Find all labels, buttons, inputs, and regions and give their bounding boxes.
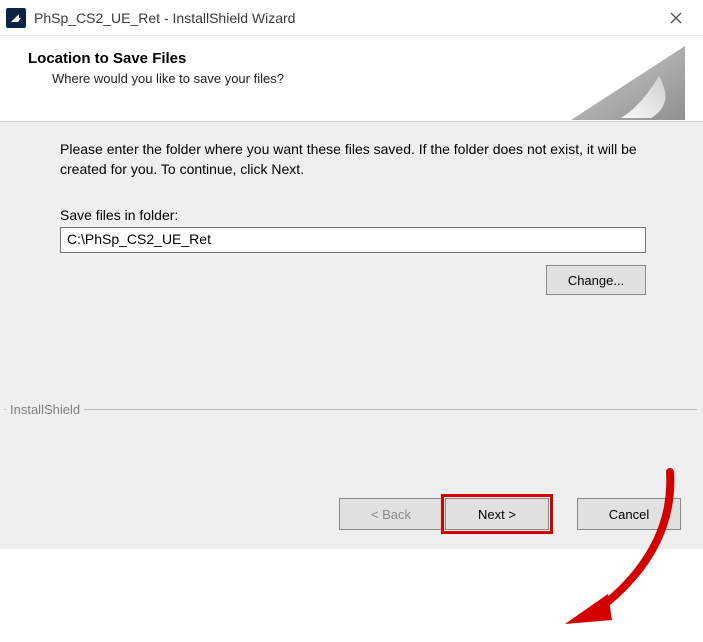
installshield-brand: InstallShield bbox=[6, 402, 84, 417]
nav-button-pair: < Back Next > bbox=[339, 498, 549, 530]
header-title: Location to Save Files bbox=[28, 50, 571, 67]
window-title: PhSp_CS2_UE_Ret - InstallShield Wizard bbox=[34, 10, 645, 26]
content-panel: Please enter the folder where you want t… bbox=[0, 122, 703, 479]
footer-frame: InstallShield bbox=[4, 409, 697, 479]
folder-field-label: Save files in folder: bbox=[60, 207, 643, 223]
instruction-text: Please enter the folder where you want t… bbox=[60, 140, 643, 179]
header-text: Location to Save Files Where would you l… bbox=[28, 50, 571, 86]
cancel-button[interactable]: Cancel bbox=[577, 498, 681, 530]
back-button: < Back bbox=[339, 498, 443, 530]
folder-path-display: C:\PhSp_CS2_UE_Ret bbox=[60, 227, 646, 253]
page-curl-icon bbox=[571, 46, 685, 120]
wizard-window: PhSp_CS2_UE_Ret - InstallShield Wizard L… bbox=[0, 0, 703, 549]
title-bar: PhSp_CS2_UE_Ret - InstallShield Wizard bbox=[0, 0, 703, 36]
close-icon[interactable] bbox=[653, 0, 699, 36]
installshield-icon bbox=[6, 8, 26, 28]
change-button[interactable]: Change... bbox=[546, 265, 646, 295]
next-button[interactable]: Next > bbox=[445, 498, 549, 530]
button-bar: < Back Next > Cancel bbox=[0, 479, 703, 549]
header-subtitle: Where would you like to save your files? bbox=[28, 71, 571, 86]
header-band: Location to Save Files Where would you l… bbox=[0, 36, 703, 122]
